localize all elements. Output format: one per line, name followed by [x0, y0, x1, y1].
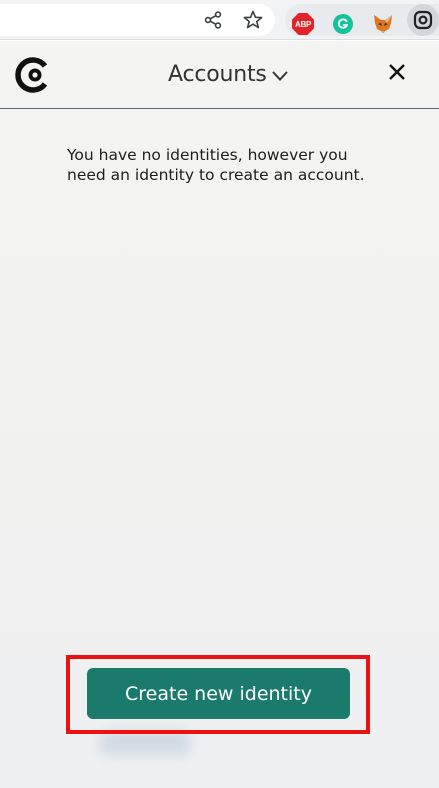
no-identities-message: You have no identities, however you need…	[67, 146, 365, 184]
adblock-plus-extension-icon[interactable]: ABP	[291, 12, 315, 36]
concordium-logo	[14, 55, 54, 95]
browser-toolbar: ABP	[0, 0, 439, 40]
background-decoration	[100, 731, 190, 755]
extensions-area: ABP	[285, 4, 439, 36]
wallet-popup: Accounts You have no identities, however…	[0, 41, 439, 788]
share-icon[interactable]	[201, 8, 225, 32]
close-icon	[387, 62, 407, 87]
grammarly-extension-icon[interactable]	[331, 12, 355, 36]
abp-label: ABP	[292, 13, 314, 35]
popup-header: Accounts	[0, 41, 439, 109]
page-title: Accounts	[168, 62, 267, 87]
create-new-identity-button[interactable]: Create new identity	[87, 668, 350, 719]
address-bar[interactable]	[0, 4, 275, 36]
chevron-down-icon	[271, 63, 289, 88]
close-button[interactable]	[385, 62, 409, 86]
bookmark-star-icon[interactable]	[241, 8, 265, 32]
concordium-extension-icon[interactable]	[407, 4, 439, 36]
metamask-extension-icon[interactable]	[371, 12, 395, 36]
accounts-dropdown[interactable]: Accounts	[168, 61, 289, 88]
